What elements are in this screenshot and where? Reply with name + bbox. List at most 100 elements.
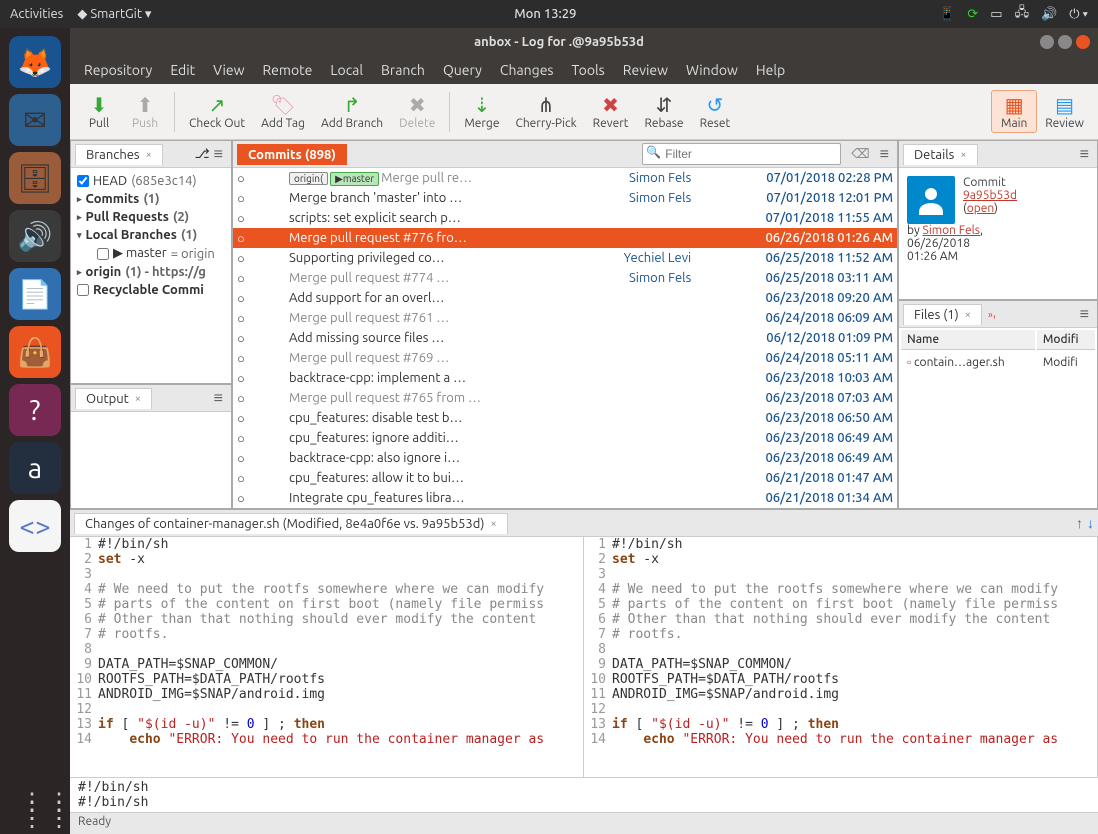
menu-edit[interactable]: Edit — [170, 62, 195, 78]
menu-query[interactable]: Query — [443, 62, 482, 78]
software-icon[interactable]: 👜 — [9, 326, 61, 378]
commit-row[interactable]: ○backtrace-cpp: also ignore i…06/23/2018… — [233, 448, 897, 468]
firefox-icon[interactable]: 🦊 — [9, 36, 61, 88]
activities-button[interactable]: Activities — [10, 7, 63, 21]
diff-left-pane[interactable]: 1#!/bin/sh2set -x34# We need to put the … — [70, 537, 584, 777]
commit-row[interactable]: ○Merge pull request #765 from …06/23/201… — [233, 388, 897, 408]
branch-item[interactable]: ▸ Pull Requests (2) — [73, 208, 229, 226]
files-table[interactable]: NameModifi ▫ contain…ager.shModifi — [899, 328, 1097, 374]
github-icon[interactable]: ⎇ — [195, 147, 210, 162]
commits-tab[interactable]: Commits (898) — [237, 144, 347, 165]
diff-tab[interactable]: Changes of container-manager.sh (Modifie… — [74, 513, 508, 534]
branch-item[interactable]: ▾ Local Branches (1) — [73, 226, 229, 244]
update-icon[interactable]: ⟳ — [967, 7, 978, 22]
output-tab[interactable]: Output× — [75, 388, 152, 409]
menu-help[interactable]: Help — [756, 62, 785, 78]
table-row[interactable]: ▫ contain…ager.shModifi — [901, 352, 1095, 372]
commit-row[interactable]: ○scripts: set explicit search p…07/01/20… — [233, 208, 897, 228]
close-icon[interactable]: × — [960, 149, 966, 161]
display-icon[interactable]: ▭ — [990, 7, 1002, 22]
files-tab[interactable]: Files (1)× — [903, 304, 982, 325]
pull-button[interactable]: ⬇Pull — [76, 91, 122, 132]
menu-changes[interactable]: Changes — [500, 62, 554, 78]
clear-filter-icon[interactable]: ⌫ — [851, 147, 869, 162]
filter-input[interactable] — [642, 143, 841, 165]
next-change-icon[interactable]: ↓ — [1087, 515, 1094, 531]
branches-list[interactable]: HEAD (685e3c14)▸ Commits (1)▸ Pull Reque… — [71, 168, 231, 383]
commit-hash-link[interactable]: 9a95b53d — [963, 189, 1017, 202]
reset-button[interactable]: ↺Reset — [692, 91, 739, 132]
prev-change-icon[interactable]: ↑ — [1076, 515, 1083, 531]
toolbar-separator — [449, 92, 450, 132]
close-button[interactable] — [1076, 35, 1090, 49]
writer-icon[interactable]: 📄 — [9, 268, 61, 320]
branch-item[interactable]: ▸ origin (1) - https://g — [73, 263, 229, 281]
network-icon[interactable]: 🖧 — [1015, 3, 1030, 25]
checkout-button[interactable]: ↗Check Out — [181, 91, 253, 132]
commit-row[interactable]: ○cpu_features: disable test b…06/23/2018… — [233, 408, 897, 428]
commit-row[interactable]: ○backtrace-cpp: implement a …06/23/2018 … — [233, 368, 897, 388]
close-icon[interactable]: × — [135, 393, 141, 405]
amazon-icon[interactable]: a — [9, 442, 61, 494]
menu-repository[interactable]: Repository — [84, 62, 152, 78]
revert-button[interactable]: ✖Revert — [585, 91, 637, 132]
diff-right-pane[interactable]: 1#!/bin/sh2set -x34# We need to put the … — [584, 537, 1098, 777]
hamburger-icon[interactable]: ≡ — [876, 145, 893, 164]
commit-row[interactable]: ○Add missing source files …06/12/2018 01… — [233, 328, 897, 348]
maximize-button[interactable] — [1058, 35, 1072, 49]
details-tab[interactable]: Details× — [903, 144, 978, 165]
menu-remote[interactable]: Remote — [262, 62, 312, 78]
close-icon[interactable]: × — [146, 149, 152, 161]
commit-row[interactable]: ○Merge pull request #769 …06/24/2018 05:… — [233, 348, 897, 368]
commit-row[interactable]: ○cpu_features: ignore additi…06/23/2018 … — [233, 428, 897, 448]
commit-row[interactable]: ○Merge pull request #761 …06/24/2018 06:… — [233, 308, 897, 328]
hamburger-icon[interactable]: ≡ — [210, 389, 227, 408]
commit-row[interactable]: ○Merge branch 'master' into …Simon Fels0… — [233, 188, 897, 208]
cherry-pick-button[interactable]: ⋔Cherry-Pick — [507, 91, 584, 132]
commit-row[interactable]: ○Supporting privileged co…Yechiel Levi06… — [233, 248, 897, 268]
branch-item[interactable]: ▸ Commits (1) — [73, 190, 229, 208]
hamburger-icon[interactable]: ≡ — [210, 145, 227, 164]
review-view-button[interactable]: ▤Review — [1037, 91, 1092, 132]
commit-row[interactable]: ○cpu_features: allow it to bui…06/21/201… — [233, 468, 897, 488]
main-view-button[interactable]: ▦Main — [991, 90, 1037, 133]
branch-item[interactable]: HEAD (685e3c14) — [73, 172, 229, 190]
smartgit-icon[interactable]: <> — [9, 500, 61, 552]
menu-view[interactable]: View — [213, 62, 244, 78]
music-icon[interactable]: 🔊 — [9, 210, 61, 262]
power-icon[interactable]: ⏻ ▾ — [1069, 7, 1088, 22]
add-branch-button[interactable]: ↱Add Branch — [313, 91, 391, 132]
commit-row[interactable]: ○Integrate cpu_features libra…06/21/2018… — [233, 488, 897, 508]
delete-button: ✖Delete — [391, 91, 443, 132]
minimize-button[interactable] — [1040, 35, 1054, 49]
menu-branch[interactable]: Branch — [381, 62, 425, 78]
battery-icon[interactable]: 📱 — [939, 7, 955, 22]
menu-local[interactable]: Local — [330, 62, 363, 78]
commit-row[interactable]: ○Merge pull request #776 fro…06/26/2018 … — [233, 228, 897, 248]
volume-icon[interactable]: 🔊 — [1041, 7, 1057, 22]
rebase-button[interactable]: ⇵Rebase — [636, 91, 691, 132]
add-tag-button[interactable]: 🏷Add Tag — [253, 91, 313, 132]
author-link[interactable]: Simon Fels — [923, 224, 980, 237]
merge-button[interactable]: ⇣Merge — [456, 91, 507, 132]
commit-row[interactable]: ○origin(▶masterMerge pull re…Simon Fels0… — [233, 168, 897, 188]
close-icon[interactable]: × — [965, 309, 971, 321]
commit-row[interactable]: ○Merge pull request #774 …Simon Fels06/2… — [233, 268, 897, 288]
branches-tab[interactable]: Branches× — [75, 144, 163, 165]
close-icon[interactable]: × — [490, 518, 496, 530]
branch-item[interactable]: Recyclable Commi — [73, 281, 229, 299]
files-icon[interactable]: 🗄 — [9, 152, 61, 204]
hamburger-icon[interactable]: ≡ — [1076, 305, 1093, 324]
help-icon[interactable]: ? — [9, 384, 61, 436]
menu-review[interactable]: Review — [623, 62, 668, 78]
open-link[interactable]: open — [967, 202, 994, 215]
hamburger-icon[interactable]: ≡ — [1076, 145, 1093, 164]
menu-window[interactable]: Window — [686, 62, 738, 78]
app-menu[interactable]: ◆ SmartGit ▾ — [77, 7, 151, 22]
branch-item[interactable]: ▶ master = origin — [73, 244, 229, 263]
thunderbird-icon[interactable]: ✉ — [9, 94, 61, 146]
menu-tools[interactable]: Tools — [572, 62, 605, 78]
clock[interactable]: Mon 13:29 — [151, 7, 939, 21]
commit-row[interactable]: ○Add support for an overl…06/23/2018 09:… — [233, 288, 897, 308]
commits-list[interactable]: ○origin(▶masterMerge pull re…Simon Fels0… — [233, 168, 897, 508]
